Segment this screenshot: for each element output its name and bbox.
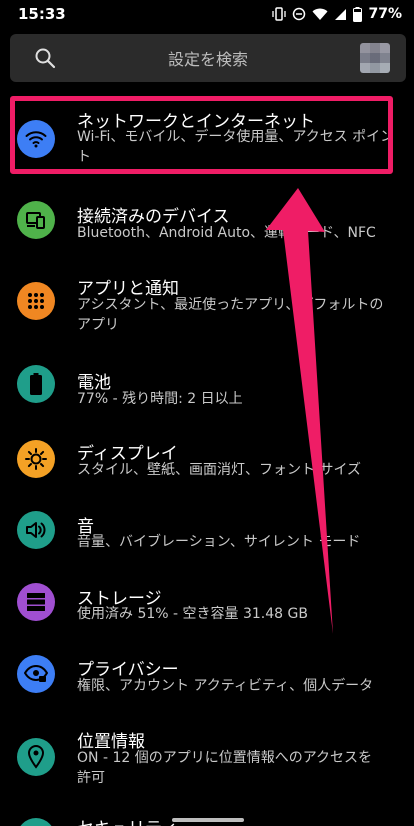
annotation-arrow bbox=[266, 188, 333, 634]
home-indicator bbox=[172, 818, 244, 822]
